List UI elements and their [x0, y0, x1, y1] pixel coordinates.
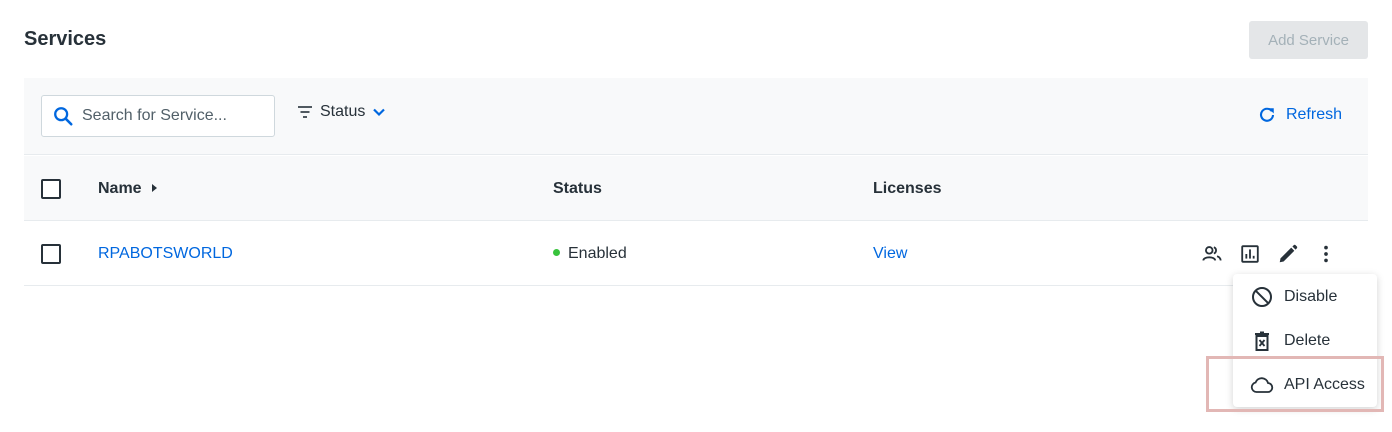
name-column-header[interactable]: Name: [98, 180, 157, 198]
select-all-checkbox[interactable]: [41, 179, 61, 199]
edit-button[interactable]: [1275, 241, 1301, 267]
table-header: Name Status Licenses: [24, 156, 1368, 221]
pencil-icon: [1279, 244, 1298, 263]
menu-item-disable[interactable]: Disable: [1233, 275, 1377, 319]
licenses-view-link[interactable]: View: [873, 245, 907, 263]
search-box[interactable]: [41, 95, 275, 137]
search-input[interactable]: [82, 107, 262, 125]
refresh-icon: [1259, 107, 1275, 122]
service-name-link[interactable]: RPABOTSWORLD: [98, 245, 233, 263]
add-service-button[interactable]: Add Service: [1249, 21, 1368, 59]
highlight-box: [1206, 356, 1384, 412]
status-text: Enabled: [568, 245, 627, 262]
chevron-down-icon: [373, 108, 386, 117]
analytics-button[interactable]: [1237, 241, 1263, 267]
toolbar: Status Refresh: [24, 78, 1368, 155]
users-icon: [1202, 246, 1222, 261]
name-header-label: Name: [98, 180, 142, 197]
status-column-header: Status: [553, 180, 602, 197]
menu-item-delete-label: Delete: [1284, 332, 1331, 349]
bar-chart-icon: [1241, 245, 1259, 263]
status-dot: [553, 249, 560, 257]
menu-item-disable-label: Disable: [1284, 288, 1338, 305]
search-icon: [54, 107, 73, 126]
status-filter[interactable]: Status: [296, 103, 387, 121]
users-button[interactable]: [1199, 241, 1225, 267]
filter-icon: [298, 106, 312, 118]
status-cell: Enabled: [553, 245, 627, 263]
delete-icon: [1255, 331, 1269, 351]
sort-icon: [151, 183, 157, 192]
disable-icon: [1252, 287, 1272, 307]
row-checkbox[interactable]: [41, 244, 61, 264]
refresh-label: Refresh: [1285, 106, 1342, 123]
more-vertical-icon: [1324, 245, 1328, 263]
row-actions: [1199, 241, 1339, 267]
more-options-button[interactable]: [1313, 241, 1339, 267]
licenses-column-header: Licenses: [873, 180, 942, 197]
refresh-button[interactable]: Refresh: [1258, 106, 1342, 124]
status-filter-label: Status: [320, 103, 366, 120]
page-title: Services: [24, 28, 107, 50]
table-row: RPABOTSWORLD Enabled View: [24, 221, 1368, 286]
